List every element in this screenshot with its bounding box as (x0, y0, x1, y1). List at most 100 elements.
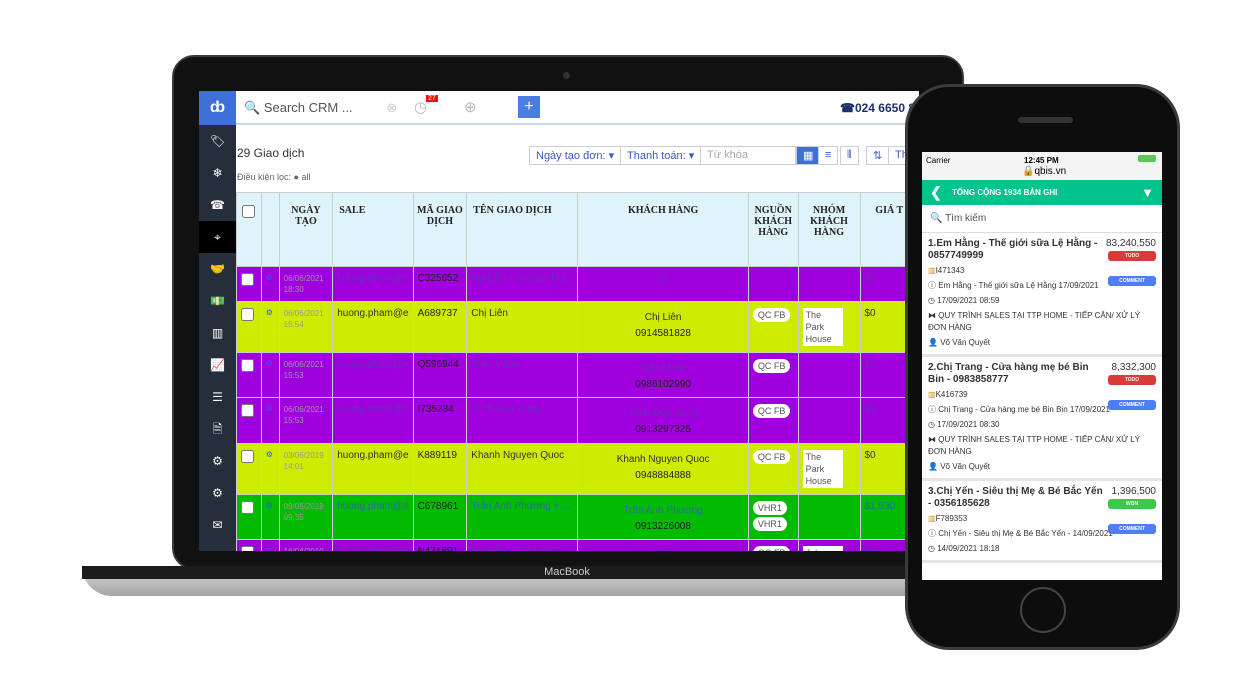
deal-name-cell[interactable]: Chị Liên (466, 301, 579, 353)
settings-icon[interactable]: ⚙ (260, 352, 280, 398)
barcode-icon: ▥ (928, 514, 936, 523)
deal-card[interactable]: 3.Chị Yến - Siêu thị Mẹ & Bé Bắc Yến - 0… (922, 481, 1162, 563)
row-checkbox[interactable] (236, 494, 262, 540)
comment-button[interactable]: COMMENT (1108, 276, 1156, 286)
customer-cell[interactable]: Khanh Nguyen Quoc 0948884888 (577, 443, 749, 495)
code-cell[interactable]: A689737 (412, 301, 468, 353)
customer-cell[interactable]: 🗁 (577, 539, 749, 551)
bar-chart-icon[interactable]: ▥ (199, 317, 236, 349)
clock-icon: ◷ (928, 420, 935, 429)
column-header[interactable]: KHÁCH HÀNG (577, 192, 749, 267)
code-cell[interactable]: I735234 (412, 397, 468, 444)
customer-cell[interactable]: Trần Mạnh 0986102990 (577, 352, 749, 398)
phone-icon[interactable]: ☎ (199, 189, 236, 221)
code-cell[interactable]: C325652 (412, 266, 468, 302)
code-cell[interactable]: N471891 (412, 539, 468, 551)
list-icon[interactable]: ☰ (199, 381, 236, 413)
code-cell[interactable]: K889119 (412, 443, 468, 495)
row-checkbox[interactable] (236, 397, 262, 444)
deal-title[interactable]: 1.Em Hằng - Thế giới sữa Lệ Hằng - 08577… (928, 238, 1103, 262)
transactions-table: NGÀY TẠO SALE MÃ GIAO DỊCH TÊN GIAO DỊCH KHÁ… (236, 192, 919, 551)
home-button[interactable] (1020, 587, 1066, 633)
table-row[interactable]: ⚙ 06/06/2021 15:53 huong.pham@e I735234 T… (236, 397, 919, 444)
deal-title[interactable]: 2.Chị Trang - Cửa hàng mẹ bé Bin Bin - 0… (928, 362, 1103, 386)
deal-name-cell[interactable]: Trịnh Duy Hùng (466, 397, 579, 444)
process-icon: ⧓ (928, 311, 936, 320)
deal-name-cell[interactable]: Trần Anh Phương + ... (466, 494, 579, 540)
status-badge[interactable]: TODO (1108, 375, 1156, 385)
filter-icon[interactable]: ▼ (1141, 180, 1154, 205)
table-row[interactable]: ⚙ 06/06/2021 15:53 huong.pham@e Q596944 T… (236, 352, 919, 398)
url-bar[interactable]: 🔒 qbis.vn (1022, 166, 1066, 177)
customer-cell[interactable]: Trần Anh Phương 0913226008 (577, 494, 749, 540)
settings-icon[interactable]: ⚙ (260, 397, 280, 444)
snowflake-icon[interactable]: ❄ (199, 157, 236, 189)
deal-name-cell[interactable]: Nguyễn Thị Xuân Hư... (466, 266, 579, 302)
table-row[interactable]: ⚙ 03/06/2019 14:01 huong.pham@e K889119 K… (236, 443, 919, 495)
record-count: 29 Giao dịch (237, 146, 305, 160)
column-header[interactable]: MÃ GIAO DỊCH (412, 192, 468, 267)
crm-screen: ȸ 🏷 ❄ ☎ ⌖ 🤝 💵 ▥ 📈 ☰ 🗎 ⚙ ⚙ ✉ 🔍 Search CRM ... ⊗ ◷ 27 … (199, 91, 919, 551)
back-icon[interactable]: ❮ (930, 180, 942, 205)
table-row[interactable]: ⚙ 06/06/2021 15:54 huong.pham@e A689737 C… (236, 301, 919, 353)
grid-view-icon[interactable]: ▦ (796, 146, 821, 165)
mobile-search-input[interactable]: 🔍 Tìm kiếm (922, 205, 1162, 233)
customer-cell[interactable]: 🗁 (577, 266, 749, 302)
deal-title[interactable]: 3.Chị Yến - Siêu thị Mẹ & Bé Bắc Yến - 0… (928, 486, 1103, 510)
barcode-icon: ▥ (928, 266, 936, 275)
sale-cell: huong.pham@e (332, 266, 414, 302)
date-filter-dropdown[interactable]: Ngày tạo đơn: ▾ (529, 146, 622, 165)
table-row[interactable]: ⚙ 16/04/201914:21 huong.pham@e N471891 N… (236, 539, 919, 551)
row-checkbox[interactable] (236, 301, 262, 353)
row-checkbox[interactable] (236, 539, 262, 551)
customer-cell[interactable]: Chị Liên 0914581828 (577, 301, 749, 353)
list-view-icon[interactable]: ≡ (818, 146, 839, 165)
row-checkbox[interactable] (236, 443, 262, 495)
deal-card[interactable]: 1.Em Hằng - Thế giới sữa Lệ Hằng - 08577… (922, 233, 1162, 357)
customer-cell[interactable]: Trịnh Duy Hùng 0913297325 (577, 397, 749, 444)
add-circle-icon[interactable]: ⊕ (464, 98, 477, 116)
gear-icon[interactable]: ⚙ (199, 445, 236, 477)
handshake-icon[interactable]: 🤝 (199, 253, 236, 285)
code-cell[interactable]: Q596944 (412, 352, 468, 398)
table-row[interactable]: ⚙ 09/05/2019 09:35 huong.pham@e C678961 T… (236, 494, 919, 540)
clear-icon[interactable]: ⊗ (386, 100, 397, 115)
sort-icon[interactable]: ⇅ (866, 146, 890, 165)
app-logo[interactable]: ȸ (199, 91, 236, 125)
deal-name-cell[interactable]: Trần Mạnh (466, 352, 579, 398)
column-header[interactable]: TÊN GIAO DỊCH (466, 192, 579, 267)
row-checkbox[interactable] (236, 352, 262, 398)
money-icon[interactable]: 💵 (199, 285, 236, 317)
gears-icon[interactable]: ⚙ (199, 477, 236, 509)
payment-filter-dropdown[interactable]: Thanh toán: ▾ (620, 146, 702, 165)
column-header[interactable]: SALE (332, 192, 414, 267)
table-row[interactable]: ⚙ 06/06/2021 18:30 huong.pham@e C325652 N… (236, 266, 919, 302)
deal-name-cell[interactable]: Khanh Nguyen Quoc (466, 443, 579, 495)
settings-icon[interactable]: ⚙ (260, 301, 280, 353)
settings-icon[interactable]: ⚙ (260, 443, 280, 495)
status-badge[interactable]: TODO (1108, 251, 1156, 261)
row-checkbox[interactable] (236, 266, 262, 302)
deal-card[interactable]: 2.Chị Trang - Cửa hàng mẹ bé Bin Bin - 0… (922, 357, 1162, 481)
search-input[interactable]: 🔍 Search CRM ... ⊗ (244, 100, 397, 116)
settings-icon[interactable]: ⚙ (260, 494, 280, 540)
column-header[interactable]: NGUỒN KHÁCH HÀNG (747, 192, 799, 267)
status-badge[interactable]: WON (1108, 499, 1156, 509)
comment-button[interactable]: COMMENT (1108, 524, 1156, 534)
deal-name-cell[interactable]: Nguyễn Thảo Linh 1 (466, 539, 579, 551)
comment-button[interactable]: COMMENT (1108, 400, 1156, 410)
document-icon[interactable]: 🗎 (199, 413, 236, 445)
tag-icon[interactable]: 🏷 (199, 125, 236, 157)
keyword-input[interactable]: Từ khóa (700, 146, 796, 165)
mail-icon[interactable]: ✉ (199, 509, 236, 541)
kanban-view-icon[interactable]: ⫴ (840, 146, 859, 165)
add-button[interactable]: + (518, 96, 540, 118)
select-all-checkbox[interactable] (236, 192, 262, 267)
code-cell[interactable]: C678961 (412, 494, 468, 540)
crosshair-icon[interactable]: ⌖ (199, 221, 236, 253)
column-header[interactable]: NGÀY TẠO (278, 192, 334, 267)
line-chart-icon[interactable]: 📈 (199, 349, 236, 381)
settings-icon[interactable]: ⚙ (260, 539, 280, 551)
column-header[interactable]: NHÓM KHÁCH HÀNG (797, 192, 861, 267)
settings-icon[interactable]: ⚙ (260, 266, 280, 302)
